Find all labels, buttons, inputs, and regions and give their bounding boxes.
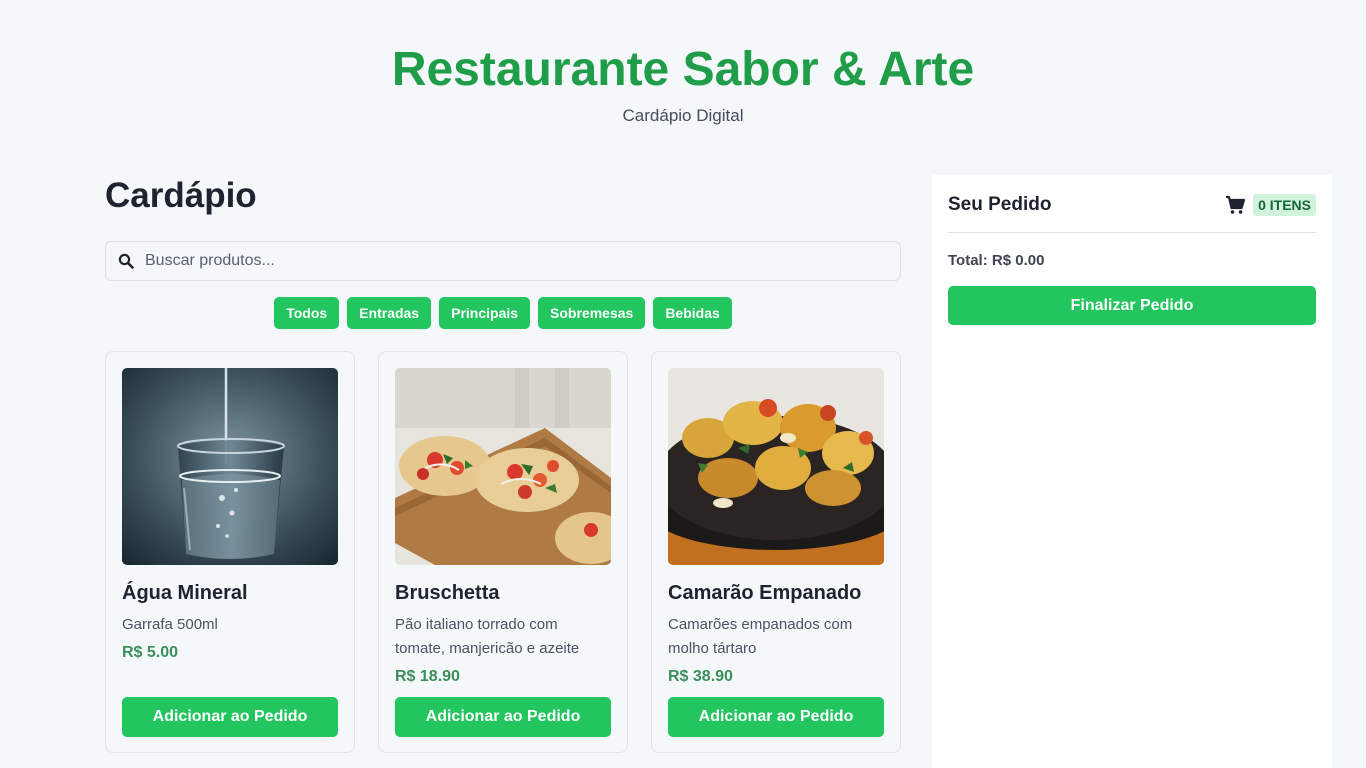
product-image-bruschetta [395, 368, 611, 565]
product-description: Camarões empanados com molho tártaro [668, 616, 853, 657]
product-card: Água Mineral Garrafa 500ml R$ 5.00 Adici… [105, 351, 355, 753]
menu-heading: Cardápio [105, 176, 257, 215]
product-price: R$ 18.90 [395, 668, 460, 685]
order-divider [948, 232, 1316, 233]
order-title: Seu Pedido [948, 194, 1052, 215]
filter-principais-button[interactable]: Principais [439, 297, 531, 329]
filter-entradas-button[interactable]: Entradas [347, 297, 432, 329]
product-card: Camarão Empanado Camarões empanados com … [651, 351, 901, 753]
product-name: Água Mineral [122, 582, 248, 604]
finalize-order-button[interactable]: Finalizar Pedido [948, 286, 1316, 325]
menu-section: Cardápio Todos Entradas Principais Sobre… [105, 176, 901, 753]
search-icon [118, 253, 134, 269]
order-total: Total: R$ 0.00 [948, 252, 1045, 269]
order-panel: Seu Pedido 0 ITENS Total: R$ 0.00 Finali… [932, 175, 1332, 768]
site-header: Restaurante Sabor & Arte Cardápio Digita… [0, 44, 1366, 126]
items-count-badge: 0 ITENS [1253, 194, 1316, 216]
category-filters: Todos Entradas Principais Sobremesas Beb… [105, 297, 901, 329]
add-to-order-button[interactable]: Adicionar ao Pedido [122, 697, 338, 737]
order-count: 0 ITENS [1225, 194, 1316, 216]
product-price: R$ 38.90 [668, 668, 733, 685]
product-description: Garrafa 500ml [122, 616, 218, 633]
filter-bebidas-button[interactable]: Bebidas [653, 297, 732, 329]
add-to-order-button[interactable]: Adicionar ao Pedido [395, 697, 611, 737]
product-grid: Água Mineral Garrafa 500ml R$ 5.00 Adici… [105, 351, 901, 753]
product-price: R$ 5.00 [122, 644, 179, 661]
product-name: Bruschetta [395, 582, 500, 604]
restaurant-subtitle: Cardápio Digital [622, 106, 744, 125]
product-description: Pão italiano torrado com tomate, manjeri… [395, 616, 580, 657]
search-input[interactable] [145, 252, 845, 270]
product-name: Camarão Empanado [668, 582, 862, 604]
filter-sobremesas-button[interactable]: Sobremesas [538, 297, 646, 329]
product-card: Bruschetta Pão italiano torrado com toma… [378, 351, 628, 753]
search-box [105, 241, 901, 281]
cart-icon [1225, 195, 1246, 215]
product-image-camarao [668, 368, 884, 565]
filter-todos-button[interactable]: Todos [274, 297, 340, 329]
product-image-water [122, 368, 338, 565]
order-header: Seu Pedido 0 ITENS [948, 193, 1316, 217]
restaurant-title: Restaurante Sabor & Arte [391, 43, 975, 96]
add-to-order-button[interactable]: Adicionar ao Pedido [668, 697, 884, 737]
